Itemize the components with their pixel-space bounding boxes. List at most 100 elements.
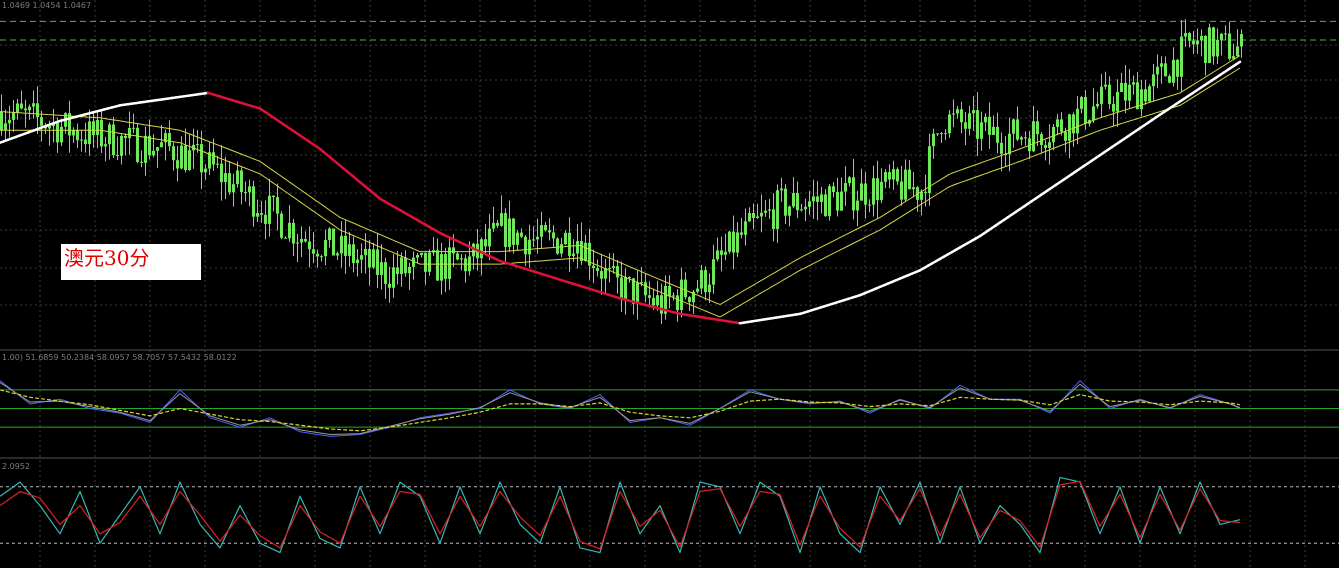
candle-body	[556, 238, 559, 254]
candle-body	[188, 150, 191, 171]
candle-body	[60, 126, 63, 143]
candle-body	[560, 244, 563, 254]
stochastic-main-line	[0, 476, 1241, 554]
candle-body	[944, 133, 947, 135]
candle-body	[800, 209, 803, 211]
candle-body	[824, 194, 827, 217]
candle-body	[1008, 133, 1011, 155]
candle-body	[500, 213, 503, 226]
candle-body	[360, 255, 363, 260]
candle-body	[512, 218, 515, 245]
oscillator-panel: 1.00) 51.6859 50.2384 58.0957 58.7057 57…	[0, 353, 1339, 437]
candle-body	[20, 103, 23, 109]
candle-body	[124, 135, 127, 139]
candle-body	[816, 196, 819, 202]
candle-body	[400, 257, 403, 275]
candle-body	[1044, 145, 1047, 149]
candle-body	[24, 108, 27, 111]
candle-body	[712, 259, 715, 285]
candle-body	[952, 113, 955, 115]
candle-body	[284, 237, 287, 239]
candle-body	[920, 191, 923, 200]
candle-body	[1208, 27, 1211, 64]
candle-body	[248, 186, 251, 193]
candle-body	[128, 127, 131, 139]
candle-body	[300, 238, 303, 243]
candle-body	[132, 127, 135, 129]
candle-body	[572, 253, 575, 256]
candle-body	[144, 135, 147, 163]
candle-body	[80, 139, 83, 141]
candle-body	[864, 183, 867, 205]
candle-body	[496, 222, 499, 226]
candle-body	[272, 195, 275, 198]
candle-body	[408, 266, 411, 274]
candle-body	[924, 191, 927, 193]
candle-body	[1128, 84, 1131, 101]
candle-body	[152, 150, 155, 156]
candle-body	[1032, 121, 1035, 152]
candle-body	[960, 109, 963, 123]
candle-body	[584, 242, 587, 261]
candle-body	[460, 258, 463, 260]
candle-body	[972, 110, 975, 114]
candle-body	[1212, 27, 1215, 57]
candle-body	[236, 170, 239, 185]
candle-body	[716, 250, 719, 260]
candle-body	[740, 232, 743, 235]
candle-body	[340, 235, 343, 254]
candle-body	[828, 186, 831, 217]
candle-body	[652, 297, 655, 306]
candle-body	[1140, 89, 1143, 110]
candle-body	[184, 145, 187, 171]
candle-body	[856, 200, 859, 211]
candle-body	[536, 236, 539, 240]
candle-body	[88, 121, 91, 145]
candle-body	[548, 230, 551, 233]
candle-body	[936, 133, 939, 135]
candle-body	[832, 186, 835, 193]
candle-body	[480, 239, 483, 259]
candle-body	[988, 116, 991, 135]
candle-body	[28, 106, 31, 111]
candle-body	[684, 279, 687, 298]
candle-body	[456, 253, 459, 260]
candle-body	[488, 228, 491, 247]
candle-body	[1132, 82, 1135, 85]
candle-body	[1036, 121, 1039, 135]
candle-body	[1152, 74, 1155, 87]
oscillator-panel-header: 1.00) 51.6859 50.2384 58.0957 58.7057 57…	[2, 353, 237, 362]
candle-body	[884, 172, 887, 182]
candle-body	[1184, 33, 1187, 37]
candle-body	[420, 252, 423, 256]
candle-body	[1108, 84, 1111, 105]
candle-body	[808, 201, 811, 207]
candle-body	[992, 126, 995, 135]
candle-body	[600, 270, 603, 279]
candle-body	[136, 127, 139, 162]
candle-body	[840, 191, 843, 211]
candle-body	[796, 192, 799, 211]
candle-body	[392, 267, 395, 288]
candle-body	[540, 225, 543, 237]
candle-body	[264, 214, 267, 224]
candle-body	[148, 135, 151, 156]
candle-body	[104, 144, 107, 147]
candle-body	[220, 163, 223, 183]
candle-body	[212, 152, 215, 165]
candle-body	[1136, 82, 1139, 110]
candle-body	[308, 241, 311, 250]
candle-body	[704, 270, 707, 293]
main-panel-header: 1.0469 1.0454 1.0467	[2, 1, 91, 10]
candle-body	[1052, 126, 1055, 143]
candle-body	[1180, 36, 1183, 77]
candle-body	[804, 206, 807, 210]
candle-body	[296, 242, 299, 244]
candle-body	[868, 204, 871, 206]
stochastic-panel: 2.0952	[0, 462, 1339, 554]
candle-body	[364, 248, 367, 256]
candle-body	[1000, 142, 1003, 154]
candle-body	[232, 184, 235, 193]
candle-body	[848, 177, 851, 184]
candle-body	[140, 161, 143, 163]
